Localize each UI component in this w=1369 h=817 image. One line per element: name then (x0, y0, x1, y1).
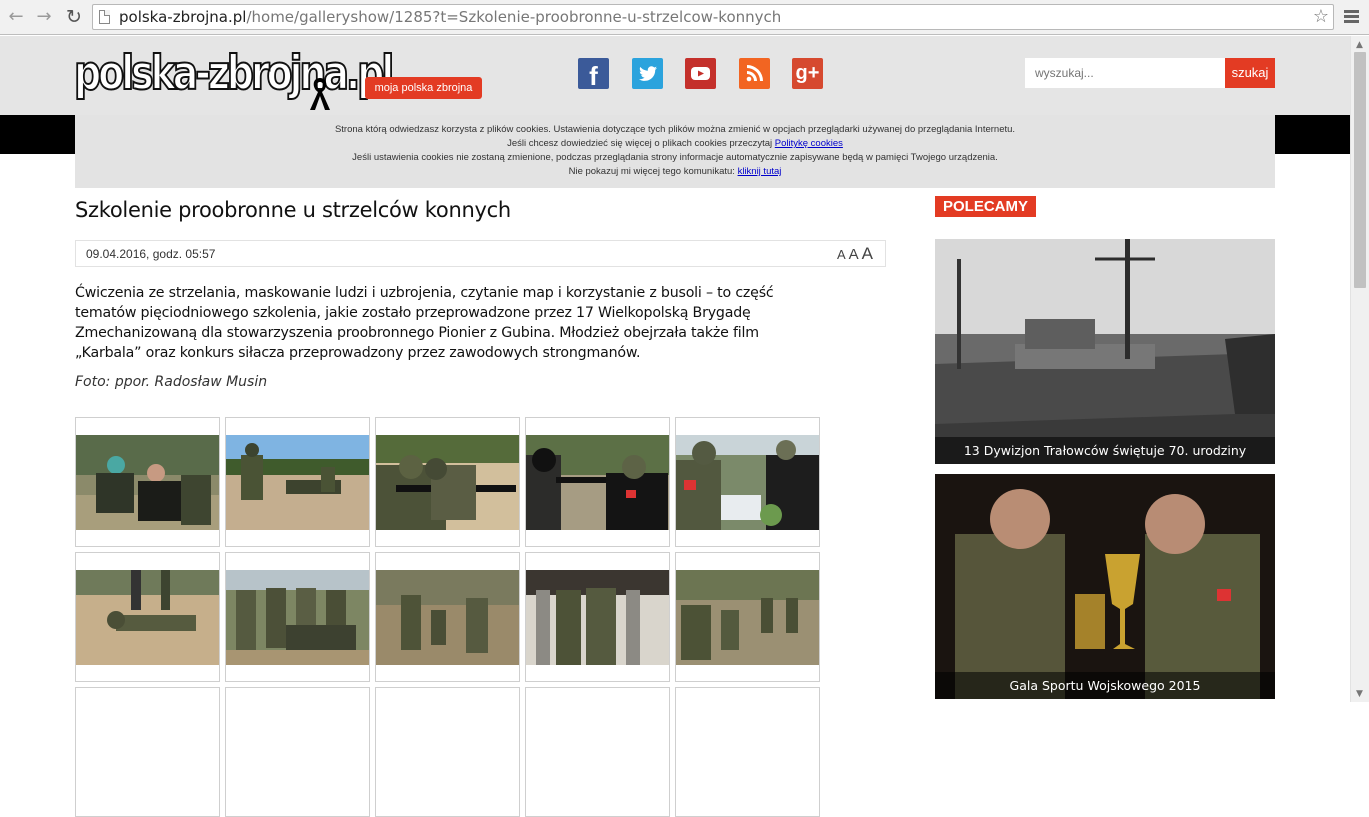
recommended-item[interactable]: 13 Dywizjon Trałowców świętuje 70. urodz… (935, 239, 1275, 464)
gallery-thumbnail[interactable] (375, 687, 520, 817)
article-lead: Ćwiczenia ze strzelania, maskowanie ludz… (75, 285, 774, 361)
facebook-icon[interactable]: f (578, 58, 609, 91)
url-text[interactable]: polska-zbrojna.pl/home/galleryshow/1285?… (119, 8, 781, 26)
cookie-line-4: Nie pokazuj mi więcej tego komunikatu: k… (75, 165, 1275, 179)
font-size-controls: AAA (834, 244, 873, 264)
polecamy-heading: POLECAMY (935, 196, 1036, 217)
recommended-caption: 13 Dywizjon Trałowców świętuje 70. urodz… (935, 437, 1275, 464)
scroll-up-arrow-icon[interactable]: ▲ (1356, 40, 1363, 50)
thumbnail-photo (526, 435, 669, 530)
gallery-thumbnail[interactable] (375, 417, 520, 547)
browser-toolbar: ← → ↻ polska-zbrojna.pl/home/galleryshow… (0, 0, 1369, 35)
cookie-line-4-text: Nie pokazuj mi więcej tego komunikatu: (568, 166, 738, 177)
browser-menu-icon[interactable] (1342, 8, 1360, 26)
cookie-line-3: Jeśli ustawienia cookies nie zostaną zmi… (352, 152, 998, 163)
gallery-thumbnail[interactable] (525, 687, 670, 817)
bookmark-star-icon[interactable]: ☆ (1313, 6, 1329, 27)
thumbnail-photo (676, 570, 819, 665)
article-meta-bar: 09.04.2016, godz. 05:57 AAA (75, 240, 886, 267)
mourning-ribbon-icon (310, 78, 330, 110)
thumbnail-photo (376, 435, 519, 530)
cookie-line-2-text: Jeśli chcesz dowiedzieć się więcej o pli… (507, 138, 775, 149)
gallery-thumbnail[interactable] (675, 687, 820, 817)
search-input[interactable] (1025, 58, 1225, 88)
gallery-thumbnail[interactable] (675, 417, 820, 547)
moja-polska-zbrojna-button[interactable]: moja polska zbrojna (365, 77, 482, 99)
address-bar[interactable]: polska-zbrojna.pl/home/galleryshow/1285?… (92, 4, 1334, 30)
cookie-line-2: Jeśli chcesz dowiedzieć się więcej o pli… (75, 137, 1275, 151)
forward-arrow-icon[interactable]: → (34, 7, 54, 27)
font-size-medium-button[interactable]: A (849, 246, 859, 263)
photo-credit: Foto: ppor. Radosław Musin (75, 374, 268, 390)
recommended-photo (935, 239, 1275, 464)
thumbnail-photo (76, 435, 219, 530)
site-header: polska-zbrojna.pl moja polska zbrojna f … (0, 36, 1350, 115)
gallery-thumbnail[interactable] (225, 687, 370, 817)
thumbnail-photo (376, 570, 519, 665)
gallery-thumbnail[interactable] (225, 417, 370, 547)
thumbnail-photo (676, 435, 819, 530)
thumbnail-photo (226, 570, 369, 665)
gallery-thumbnail[interactable] (675, 552, 820, 682)
gallery-thumbnail[interactable] (75, 417, 220, 547)
cookie-dismiss-link[interactable]: kliknij tutaj (738, 166, 782, 177)
recommended-item[interactable]: Gala Sportu Wojskowego 2015 (935, 474, 1275, 699)
rss-icon[interactable] (739, 58, 770, 89)
url-path: /home/galleryshow/1285?t=Szkolenie-proob… (246, 8, 782, 26)
thumbnail-photo (76, 570, 219, 665)
gallery-thumbnail[interactable] (525, 552, 670, 682)
google-plus-icon[interactable]: g+ (792, 58, 823, 89)
site-logo[interactable]: polska-zbrojna.pl (73, 45, 395, 102)
gallery-thumbnail[interactable] (525, 417, 670, 547)
gallery-thumbnail[interactable] (75, 552, 220, 682)
scroll-thumb[interactable] (1354, 52, 1366, 288)
twitter-icon[interactable] (632, 58, 663, 89)
scroll-down-arrow-icon[interactable]: ▼ (1356, 689, 1363, 699)
youtube-icon[interactable] (685, 58, 716, 89)
thumbnail-photo (526, 570, 669, 665)
search-button[interactable]: szukaj (1225, 58, 1275, 88)
page-icon (99, 10, 110, 24)
cookie-line-1: Strona którą odwiedzasz korzysta z plikó… (334, 124, 1016, 135)
gallery-thumbnail[interactable] (225, 552, 370, 682)
gallery-thumbnail[interactable] (75, 687, 220, 817)
page-scrollbar[interactable]: ▲ ▼ (1350, 36, 1369, 702)
gallery-thumbnail[interactable] (375, 552, 520, 682)
cookie-policy-link[interactable]: Politykę cookies (775, 138, 843, 149)
thumbnail-photo (226, 435, 369, 530)
cookie-notice: Strona którą odwiedzasz korzysta z plikó… (75, 115, 1275, 188)
article-title: Szkolenie proobronne u strzelców konnych (75, 198, 511, 222)
recommended-caption: Gala Sportu Wojskowego 2015 (935, 672, 1275, 699)
article-date: 09.04.2016, godz. 05:57 (86, 247, 216, 261)
url-host: polska-zbrojna.pl (119, 8, 247, 26)
recommended-photo (935, 474, 1275, 699)
font-size-small-button[interactable]: A (837, 247, 846, 262)
font-size-large-button[interactable]: A (862, 244, 873, 263)
back-arrow-icon[interactable]: ← (6, 7, 26, 27)
reload-icon[interactable]: ↻ (64, 7, 84, 27)
